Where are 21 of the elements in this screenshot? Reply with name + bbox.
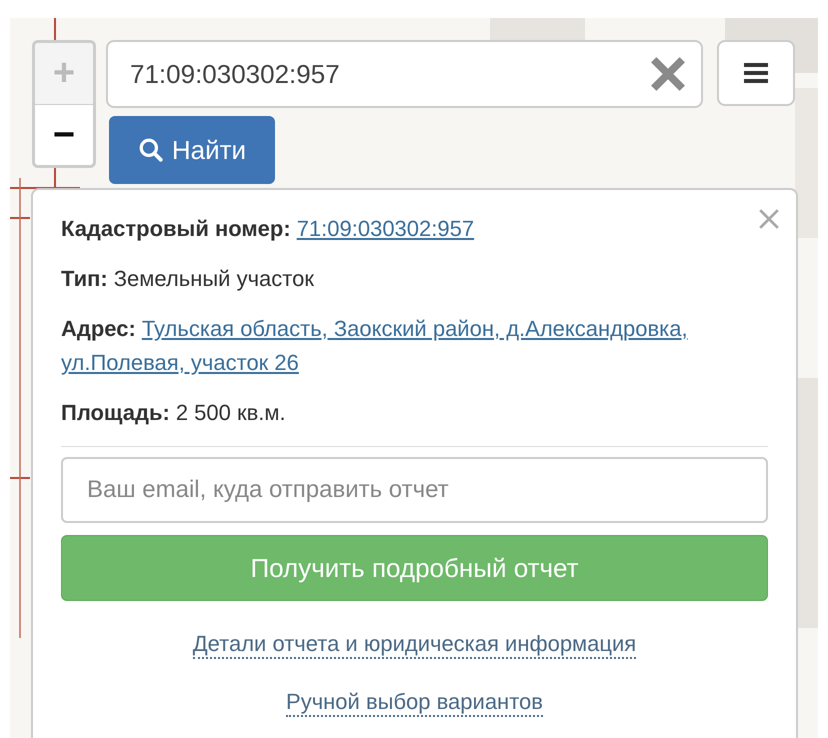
info-link[interactable]: Ручной выбор вариантов — [286, 689, 543, 717]
field-label: Площадь: — [61, 400, 170, 425]
info-link[interactable]: Детали отчета и юридическая информация — [192, 631, 636, 659]
email-field[interactable]: Ваш email, куда отправить отчет — [61, 457, 768, 523]
field-label: Кадастровый номер: — [61, 216, 291, 241]
field-value: Земельный участок — [114, 266, 314, 291]
field-label: Адрес: — [61, 316, 136, 341]
menu-button[interactable] — [717, 40, 795, 106]
field-label: Тип: — [61, 266, 108, 291]
close-icon[interactable] — [649, 55, 687, 93]
close-icon[interactable] — [758, 208, 780, 230]
field-value: 2 500 кв.м. — [176, 400, 286, 425]
search-field[interactable]: 71:09:030302:957 — [128, 58, 649, 90]
search-icon — [138, 137, 164, 163]
field-link[interactable]: ул.Полевая, участок 26 — [61, 350, 299, 375]
field-link[interactable]: 71:09:030302:957 — [296, 216, 474, 241]
search-button[interactable]: Найти — [109, 116, 275, 184]
menu-icon — [744, 63, 768, 83]
search-box[interactable]: 71:09:030302:957 — [106, 40, 703, 108]
field-link[interactable]: Тульская область, Заокский район, д.Александровка, — [142, 316, 688, 341]
zoom-button[interactable]: − — [35, 104, 93, 165]
